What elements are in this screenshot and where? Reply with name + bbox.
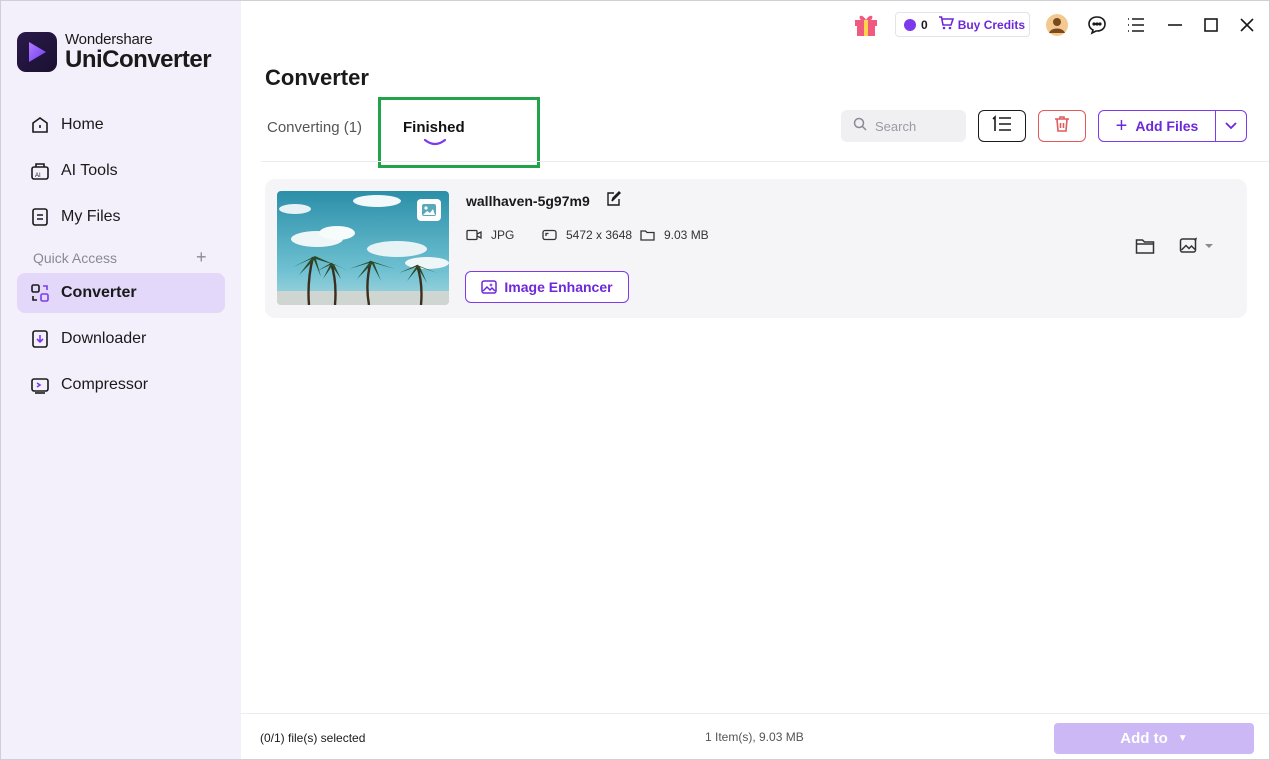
trash-icon bbox=[1053, 115, 1071, 138]
credit-count: 0 bbox=[921, 17, 928, 32]
my-files-icon bbox=[29, 206, 51, 228]
add-files-button[interactable]: + Add Files bbox=[1099, 111, 1216, 141]
sidebar: Wondershare UniConverter Home AI AI Tool… bbox=[1, 1, 241, 759]
credits-widget[interactable]: 0 Buy Credits bbox=[895, 12, 1030, 37]
file-size-value: 9.03 MB bbox=[664, 228, 709, 242]
selection-count: (0/1) file(s) selected bbox=[260, 731, 366, 745]
tab-finished[interactable]: Finished bbox=[403, 119, 465, 136]
file-item[interactable]: wallhaven-5g97m9 JPG 5472 x 3648 9.03 MB… bbox=[265, 179, 1247, 318]
menu-icon[interactable] bbox=[1124, 13, 1148, 37]
gift-icon[interactable] bbox=[852, 11, 880, 37]
quick-access-label: Quick Access bbox=[33, 250, 118, 266]
cart-icon bbox=[938, 16, 954, 33]
open-folder-icon[interactable] bbox=[1135, 237, 1155, 260]
file-size: 9.03 MB bbox=[640, 228, 709, 242]
image-enhancer-icon bbox=[481, 280, 498, 294]
folder-size-icon bbox=[640, 230, 655, 241]
file-name: wallhaven-5g97m9 bbox=[466, 193, 590, 209]
sidebar-item-converter[interactable]: Converter bbox=[17, 273, 225, 313]
delete-button[interactable] bbox=[1038, 110, 1086, 142]
app-window: Wondershare UniConverter Home AI AI Tool… bbox=[0, 0, 1270, 760]
avatar[interactable] bbox=[1045, 13, 1069, 37]
maximize-icon[interactable] bbox=[1199, 13, 1223, 37]
sidebar-item-label: Home bbox=[61, 116, 104, 133]
sidebar-item-ai-tools[interactable]: AI AI Tools bbox=[17, 151, 225, 191]
credit-coin-icon bbox=[904, 18, 916, 31]
chevron-down-icon bbox=[1224, 117, 1238, 135]
uniconverter-logo-icon bbox=[17, 32, 57, 72]
sidebar-item-label: Converter bbox=[61, 284, 137, 301]
caret-down-icon bbox=[1205, 244, 1213, 248]
resolution-icon bbox=[542, 229, 557, 241]
plus-icon: + bbox=[1115, 115, 1128, 137]
search-icon bbox=[853, 117, 867, 136]
image-edit-icon bbox=[1179, 237, 1197, 253]
downloader-icon bbox=[29, 328, 51, 350]
file-thumbnail[interactable] bbox=[277, 191, 449, 305]
sidebar-item-label: My Files bbox=[61, 208, 121, 225]
image-enhancer-button[interactable]: Image Enhancer bbox=[465, 271, 629, 303]
tab-active-indicator bbox=[423, 138, 447, 146]
tab-converting[interactable]: Converting (1) bbox=[267, 119, 362, 136]
brand-company: Wondershare bbox=[65, 31, 153, 48]
add-to-label: Add to bbox=[1120, 730, 1168, 747]
buy-credits-button[interactable]: Buy Credits bbox=[958, 18, 1025, 32]
close-icon[interactable] bbox=[1235, 13, 1259, 37]
rename-edit-icon[interactable] bbox=[605, 191, 621, 212]
add-files-dropdown[interactable] bbox=[1216, 111, 1246, 141]
image-actions-dropdown[interactable] bbox=[1179, 237, 1214, 255]
video-format-icon bbox=[466, 229, 482, 241]
brand: Wondershare UniConverter bbox=[17, 31, 212, 73]
sort-button[interactable] bbox=[978, 110, 1026, 142]
add-files-label: Add Files bbox=[1135, 118, 1199, 134]
file-resolution-value: 5472 x 3648 bbox=[566, 228, 633, 242]
home-icon bbox=[29, 114, 51, 136]
search-box[interactable] bbox=[841, 110, 966, 142]
compressor-icon bbox=[29, 374, 51, 396]
sidebar-item-downloader[interactable]: Downloader bbox=[17, 319, 225, 359]
footer-bar: (0/1) file(s) selected 1 Item(s), 9.03 M… bbox=[241, 713, 1269, 759]
minimize-icon[interactable] bbox=[1163, 13, 1187, 37]
file-format: JPG bbox=[466, 228, 514, 242]
sidebar-item-my-files[interactable]: My Files bbox=[17, 197, 225, 237]
image-type-icon bbox=[417, 199, 441, 221]
ai-tools-icon: AI bbox=[29, 160, 51, 182]
feedback-icon[interactable] bbox=[1085, 13, 1109, 37]
sort-list-icon bbox=[991, 114, 1013, 138]
page-title: Converter bbox=[265, 65, 369, 90]
sidebar-item-compressor[interactable]: Compressor bbox=[17, 365, 225, 405]
divider bbox=[261, 161, 1269, 162]
image-enhancer-label: Image Enhancer bbox=[504, 279, 613, 295]
converter-icon bbox=[29, 282, 51, 304]
items-summary: 1 Item(s), 9.03 MB bbox=[705, 730, 804, 744]
search-input[interactable] bbox=[875, 118, 955, 134]
file-resolution: 5472 x 3648 bbox=[542, 228, 632, 242]
caret-down-icon: ▼ bbox=[1177, 733, 1188, 744]
quick-access-add-icon[interactable]: + bbox=[196, 247, 207, 268]
brand-product: UniConverter bbox=[65, 46, 212, 73]
svg-text:AI: AI bbox=[35, 173, 41, 179]
add-to-button[interactable]: Add to ▼ bbox=[1054, 723, 1254, 754]
add-files-split-button: + Add Files bbox=[1098, 110, 1247, 142]
sidebar-item-label: Downloader bbox=[61, 330, 147, 347]
sidebar-item-label: AI Tools bbox=[61, 162, 118, 179]
file-format-value: JPG bbox=[491, 228, 515, 242]
sidebar-item-home[interactable]: Home bbox=[17, 105, 225, 145]
sidebar-item-label: Compressor bbox=[61, 376, 149, 393]
